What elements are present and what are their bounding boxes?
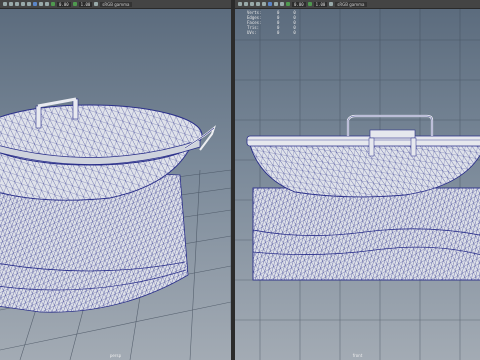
stone-base-mesh bbox=[252, 187, 480, 281]
camera-icon[interactable] bbox=[238, 2, 242, 6]
shadow-icon[interactable] bbox=[45, 2, 49, 6]
gamma-icon[interactable] bbox=[307, 2, 312, 6]
grid-icon[interactable] bbox=[15, 2, 19, 6]
hud-row: UVs: 0 0 bbox=[247, 30, 296, 35]
shadow-icon[interactable] bbox=[280, 2, 284, 6]
viewport-toolbar: 0.00 1.00 sRGB gamma bbox=[235, 0, 480, 9]
texture-icon[interactable] bbox=[268, 2, 272, 6]
wireframe-icon[interactable] bbox=[256, 2, 260, 6]
gamma-icon[interactable] bbox=[72, 2, 77, 6]
bookmark-icon[interactable] bbox=[244, 2, 248, 6]
viewport-front[interactable]: 0.00 1.00 sRGB gamma Verts: 0 0 Edges: 0 0 F… bbox=[235, 0, 480, 360]
light-icon[interactable] bbox=[39, 2, 43, 6]
maya-workspace: 0.00 1.00 sRGB gamma persp 0.00 1.00 sRG… bbox=[0, 0, 480, 360]
isolate-icon[interactable] bbox=[286, 2, 290, 6]
view-transform-label[interactable]: sRGB gamma bbox=[100, 1, 132, 7]
camera-name-label: persp bbox=[109, 353, 122, 358]
color-mgmt-icon[interactable] bbox=[329, 2, 334, 6]
viewport-toolbar: 0.00 1.00 sRGB gamma bbox=[0, 0, 231, 9]
shaded-icon[interactable] bbox=[262, 2, 266, 6]
gamma-field[interactable]: 1.00 bbox=[78, 1, 93, 7]
texture-icon[interactable] bbox=[33, 2, 37, 6]
camera-icon[interactable] bbox=[3, 2, 7, 6]
perspective-scene bbox=[0, 97, 231, 360]
heads-up-display: Verts: 0 0 Edges: 0 0 Faces: 0 0 Tris: 0 0 UVs: 0… bbox=[247, 10, 296, 35]
wireframe-icon[interactable] bbox=[21, 2, 25, 6]
gamma-field[interactable]: 1.00 bbox=[313, 1, 328, 7]
bookmark-icon[interactable] bbox=[9, 2, 13, 6]
viewport-perspective[interactable]: 0.00 1.00 sRGB gamma persp bbox=[0, 0, 231, 360]
front-scene bbox=[235, 0, 480, 360]
view-transform-label[interactable]: sRGB gamma bbox=[335, 1, 367, 7]
exposure-field[interactable]: 0.00 bbox=[292, 1, 306, 7]
grid-icon[interactable] bbox=[250, 2, 254, 6]
color-mgmt-icon[interactable] bbox=[94, 2, 99, 6]
isolate-icon[interactable] bbox=[51, 2, 55, 6]
light-icon[interactable] bbox=[274, 2, 278, 6]
camera-name-label: front bbox=[352, 353, 363, 358]
exposure-field[interactable]: 0.00 bbox=[57, 1, 71, 7]
shaded-icon[interactable] bbox=[27, 2, 31, 6]
